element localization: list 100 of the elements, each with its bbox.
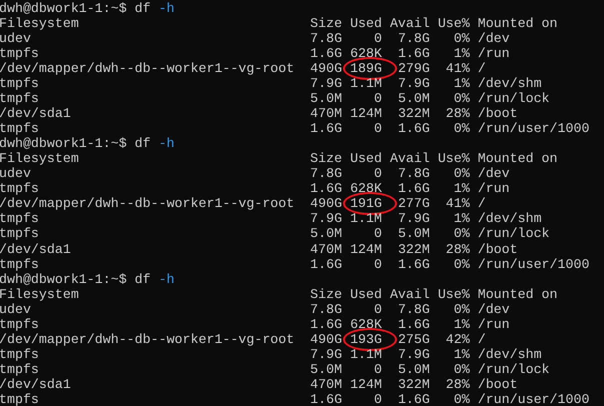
table-cell: 470M	[310, 376, 342, 392]
table-cell: 322M	[398, 106, 430, 122]
table-cell: 628K	[350, 181, 382, 196]
command-option-text: -h	[158, 1, 175, 16]
table-cell: 1.1M	[350, 76, 382, 92]
column-header: Avail	[388, 286, 430, 302]
table-cell: /boot	[478, 376, 518, 392]
table-cell: /run/user/1000	[478, 121, 590, 136]
table-cell: 42%	[446, 332, 470, 347]
table-cell: 1%	[454, 346, 470, 362]
table-cell: 124M	[350, 106, 382, 122]
command-text: df	[134, 136, 151, 152]
column-header: Used	[349, 16, 382, 32]
table-cell: 7.8G	[398, 31, 430, 46]
table-cell: tmpfs	[0, 256, 39, 272]
table-cell: 1%	[454, 181, 470, 196]
table-cell: 7.9G	[310, 346, 342, 362]
table-cell: /run	[478, 316, 510, 332]
table-cell: 322M	[398, 376, 430, 392]
table-cell: 41%	[446, 196, 470, 212]
table-cell: 1%	[454, 316, 470, 332]
table-cell: 124M	[350, 376, 382, 392]
table-cell: 0	[374, 166, 382, 182]
table-cell: 1.6G	[310, 181, 342, 196]
table-cell: /run/lock	[478, 362, 550, 377]
table-cell: tmpfs	[0, 181, 39, 196]
column-header: Use%	[436, 16, 470, 32]
table-cell: tmpfs	[0, 121, 39, 136]
column-header: Use%	[436, 151, 470, 166]
table-cell: 1%	[454, 46, 470, 62]
table-cell: tmpfs	[0, 362, 39, 377]
table-cell: tmpfs	[0, 392, 39, 406]
column-header: Avail	[388, 151, 430, 166]
table-cell: 1.6G	[310, 121, 342, 136]
column-header: Size	[310, 16, 342, 32]
table-cell: 28%	[446, 376, 470, 392]
table-cell: 7.8G	[398, 166, 430, 182]
table-cell: 0%	[454, 362, 470, 377]
command-option-text: -h	[158, 272, 175, 287]
table-cell: 5.0M	[310, 362, 342, 377]
table-cell: 189G	[350, 61, 382, 76]
table-cell: 275G	[398, 332, 430, 347]
table-cell: tmpfs	[0, 316, 39, 332]
column-header: Size	[310, 286, 342, 302]
table-cell: 41%	[446, 61, 470, 76]
table-cell: 0	[374, 31, 382, 46]
table-cell: 0	[374, 302, 382, 317]
table-cell: 0	[374, 392, 382, 406]
table-cell: 1.6G	[310, 392, 342, 406]
table-cell: 1.6G	[398, 316, 430, 332]
table-cell: 7.9G	[310, 211, 342, 226]
command-text: df	[134, 1, 151, 16]
prompt-text: dwh@dbwork1-1:~$	[0, 136, 127, 152]
table-cell: 490G	[310, 332, 342, 347]
table-cell: 0%	[454, 226, 470, 242]
column-header: Size	[310, 151, 342, 166]
column-header: Mounted on	[476, 151, 559, 166]
table-cell: 1.6G	[398, 181, 430, 196]
table-cell: /dev/sda1	[0, 106, 71, 122]
table-cell: 628K	[350, 316, 382, 332]
table-cell: 5.0M	[398, 91, 430, 106]
table-cell: udev	[0, 31, 31, 46]
table-cell: 277G	[398, 196, 430, 212]
table-cell: tmpfs	[0, 346, 39, 362]
table-cell: 7.8G	[310, 166, 342, 182]
table-cell: 1.6G	[398, 46, 430, 62]
table-cell: 5.0M	[398, 226, 430, 242]
table-cell: /dev/sda1	[0, 242, 71, 257]
table-cell: 7.9G	[310, 76, 342, 92]
table-cell: 1%	[454, 76, 470, 92]
prompt-text: dwh@dbwork1-1:~$	[0, 1, 127, 16]
table-cell: 5.0M	[398, 362, 430, 377]
table-cell: udev	[0, 166, 31, 182]
table-cell: 470M	[310, 106, 342, 122]
table-cell: 7.8G	[398, 302, 430, 317]
table-cell: 193G	[350, 332, 382, 347]
table-cell: /dev/shm	[478, 346, 542, 362]
column-header: Mounted on	[476, 16, 559, 32]
table-cell: tmpfs	[0, 91, 39, 106]
table-cell: /boot	[478, 106, 518, 122]
table-cell: /dev/sda1	[0, 376, 71, 392]
table-cell: 0	[374, 362, 382, 377]
table-cell: tmpfs	[0, 46, 39, 62]
table-cell: 1.1M	[350, 346, 382, 362]
table-cell: 0%	[454, 302, 470, 317]
command-option-text: -h	[158, 136, 175, 152]
table-cell: 5.0M	[310, 91, 342, 106]
table-cell: /run/user/1000	[478, 256, 590, 272]
column-header: Filesystem	[0, 286, 80, 302]
column-header: Avail	[388, 16, 430, 32]
table-cell: /dev/mapper/dwh--db--worker1--vg-root	[0, 196, 294, 212]
table-cell: /run/user/1000	[478, 392, 590, 406]
table-cell: 1.6G	[310, 256, 342, 272]
table-cell: 490G	[310, 61, 342, 76]
table-cell: 1.6G	[398, 392, 430, 406]
table-cell: /run	[478, 181, 510, 196]
table-cell: /dev	[478, 302, 510, 317]
table-cell: /	[478, 61, 486, 76]
table-cell: 1%	[454, 211, 470, 226]
table-cell: 0	[374, 256, 382, 272]
